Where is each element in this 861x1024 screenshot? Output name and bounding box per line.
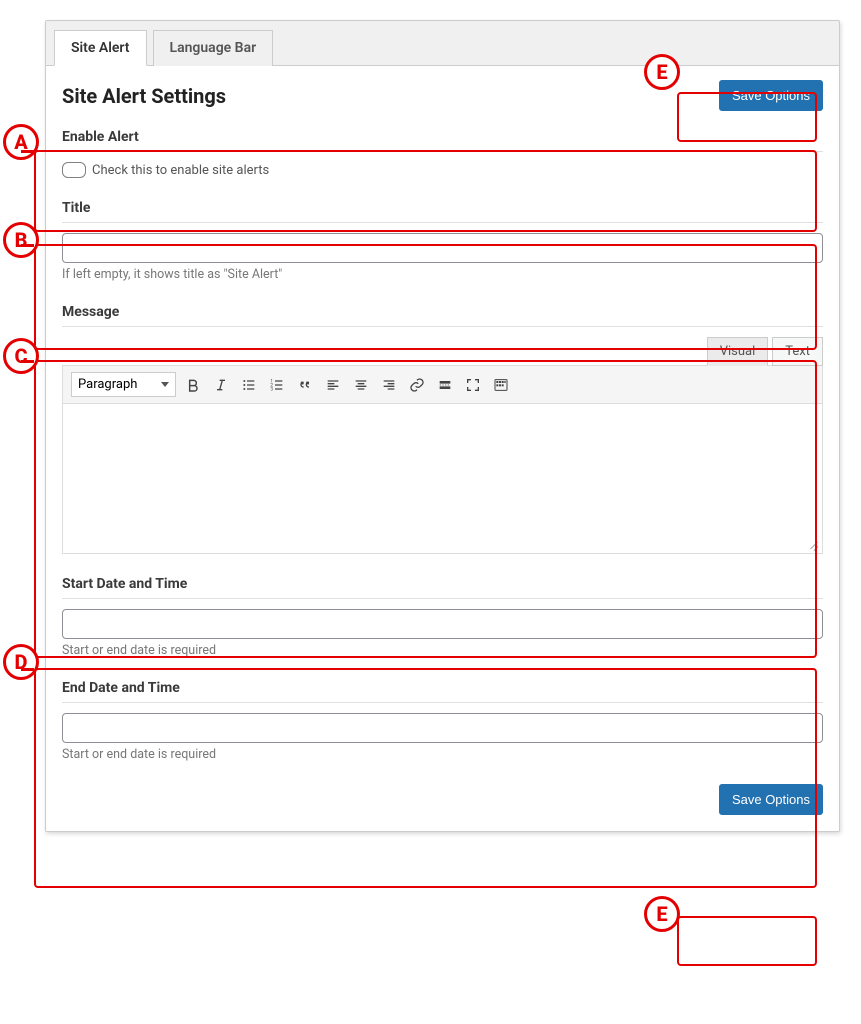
page-title: Site Alert Settings: [62, 84, 226, 108]
field-enable-alert: Enable Alert Check this to enable site a…: [62, 129, 823, 178]
message-editor[interactable]: [62, 404, 823, 554]
field-message: Message Visual Text Paragraph 123: [62, 304, 823, 554]
editor-tab-visual[interactable]: Visual: [707, 337, 769, 366]
enable-alert-checkbox[interactable]: [62, 162, 86, 178]
annotation-label-C: C: [3, 338, 39, 374]
annotation-label-B: B: [3, 222, 39, 258]
save-options-button-bottom[interactable]: Save Options: [719, 784, 823, 815]
start-date-input[interactable]: [62, 609, 823, 639]
end-date-input[interactable]: [62, 713, 823, 743]
editor-tab-text[interactable]: Text: [772, 337, 823, 366]
tab-list: Site Alert Language Bar: [46, 21, 839, 65]
align-right-icon[interactable]: [378, 374, 400, 396]
field-label-message: Message: [62, 304, 823, 327]
content-area: Site Alert Settings Save Options Enable …: [46, 65, 839, 831]
title-input[interactable]: [62, 233, 823, 263]
annotation-line-A: [21, 150, 34, 153]
editor-toolbar: Paragraph 123: [62, 365, 823, 404]
annotation-box-E-bottom: [677, 916, 817, 966]
numbered-list-icon[interactable]: 123: [266, 374, 288, 396]
header-row: Site Alert Settings Save Options: [62, 80, 823, 111]
field-end-date: End Date and Time Start or end date is r…: [62, 680, 823, 762]
svg-text:3: 3: [271, 386, 274, 392]
field-label-start: Start Date and Time: [62, 576, 823, 599]
tab-site-alert[interactable]: Site Alert: [54, 30, 147, 66]
read-more-icon[interactable]: [434, 374, 456, 396]
format-select-value: Paragraph: [78, 377, 137, 392]
resize-handle-icon[interactable]: [808, 539, 820, 551]
annotation-line-C: [21, 360, 34, 363]
link-icon[interactable]: [406, 374, 428, 396]
title-helper: If left empty, it shows title as "Site A…: [62, 267, 823, 282]
field-start-date: Start Date and Time Start or end date is…: [62, 576, 823, 658]
start-date-helper: Start or end date is required: [62, 643, 823, 658]
align-center-icon[interactable]: [350, 374, 372, 396]
save-options-button-top[interactable]: Save Options: [719, 80, 823, 111]
field-title: Title If left empty, it shows title as "…: [62, 200, 823, 282]
end-date-helper: Start or end date is required: [62, 747, 823, 762]
blockquote-icon[interactable]: [294, 374, 316, 396]
editor-tab-list: Visual Text: [62, 337, 823, 366]
italic-icon[interactable]: [210, 374, 232, 396]
fullscreen-icon[interactable]: [462, 374, 484, 396]
enable-alert-checkbox-label: Check this to enable site alerts: [92, 163, 269, 178]
field-label-title: Title: [62, 200, 823, 223]
field-label-enable: Enable Alert: [62, 129, 823, 152]
settings-panel: Site Alert Language Bar Site Alert Setti…: [45, 20, 840, 832]
tab-language-bar[interactable]: Language Bar: [153, 30, 274, 66]
bulleted-list-icon[interactable]: [238, 374, 260, 396]
bold-icon[interactable]: [182, 374, 204, 396]
format-select[interactable]: Paragraph: [71, 372, 176, 397]
annotation-line-B: [21, 244, 34, 247]
annotation-label-D: D: [3, 644, 39, 680]
align-left-icon[interactable]: [322, 374, 344, 396]
annotation-label-E-bottom: E: [644, 896, 680, 932]
toolbar-toggle-icon[interactable]: [490, 374, 512, 396]
chevron-down-icon: [161, 382, 169, 387]
field-label-end: End Date and Time: [62, 680, 823, 703]
annotation-label-A: A: [3, 124, 39, 160]
annotation-line-D: [21, 668, 34, 671]
